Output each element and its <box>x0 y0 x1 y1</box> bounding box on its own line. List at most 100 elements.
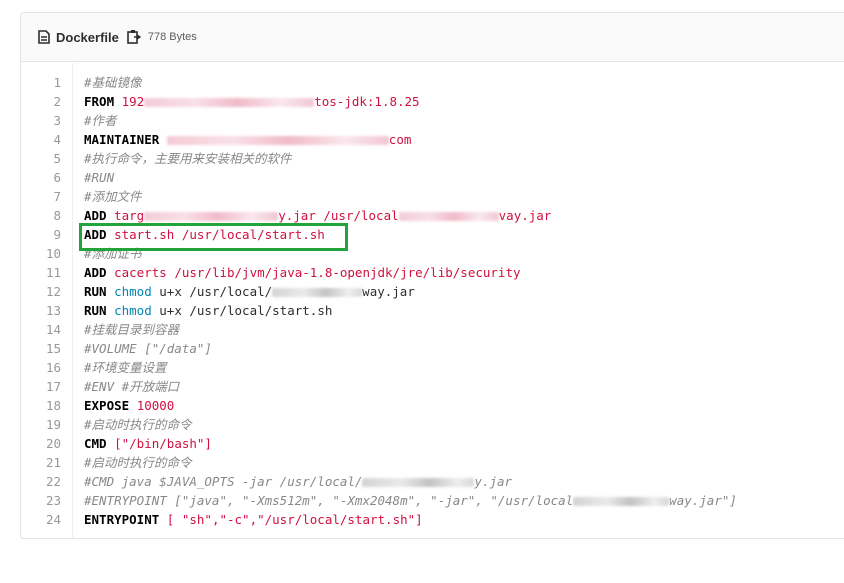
file-panel: Dockerfile 778 Bytes 1 2 3 4 5 6 7 8 9 10 11 12 13 14… <box>20 12 844 539</box>
line-number[interactable]: 4 <box>21 130 72 149</box>
code-token: #挂载目录到容器 <box>84 322 180 337</box>
code-line: #启动时执行的命令 <box>84 415 737 434</box>
code-line: RUN chmod u+x /usr/local/start.sh <box>84 301 737 320</box>
code-token: [ "sh","-c","/usr/local/start.sh"] <box>166 512 423 527</box>
code-token: #添加文件 <box>84 189 142 204</box>
line-number[interactable]: 14 <box>21 320 72 339</box>
redacted-text <box>362 478 475 487</box>
code-line: ADD start.sh /usr/local/start.sh <box>84 225 737 244</box>
code-line: #作者 <box>84 111 737 130</box>
code-token: #环境变量设置 <box>84 360 167 375</box>
code-line: #VOLUME ["/data"] <box>84 339 737 358</box>
line-number[interactable]: 9 <box>21 225 72 244</box>
code-token: #基础镜像 <box>84 75 142 90</box>
redacted-text <box>573 497 670 506</box>
code-token: start.sh /usr/local/start.sh <box>114 227 325 242</box>
code-token: #启动时执行的命令 <box>84 455 192 470</box>
code-token: y.jar /usr/local <box>278 208 399 223</box>
file-name[interactable]: Dockerfile <box>56 30 119 45</box>
code-lines: #基础镜像 FROM 192 tos-jdk:1.8.25 #作者 MAINTAINER… <box>73 63 737 538</box>
code-token: #CMD java $JAVA_OPTS -jar /usr/local/ <box>84 474 363 489</box>
code-token: RUN <box>84 284 115 299</box>
code-token: 192 <box>121 94 145 109</box>
code-line: #基础镜像 <box>84 73 737 92</box>
code-token: #ENTRYPOINT ["java", "-Xms512m", "-Xmx20… <box>84 493 574 508</box>
code-token: com <box>388 132 412 147</box>
code-token: RUN <box>84 303 115 318</box>
code-token: u+x /usr/local/ <box>151 284 273 299</box>
line-number[interactable]: 1 <box>21 73 72 92</box>
file-size: 778 Bytes <box>147 31 197 43</box>
code-token: vay.jar <box>498 208 552 223</box>
line-number[interactable]: 13 <box>21 301 72 320</box>
code-token: #ENV #开放端口 <box>84 379 180 394</box>
code-line: CMD ["/bin/bash"] <box>84 434 737 453</box>
code-line: RUN chmod u+x /usr/local/way.jar <box>84 282 737 301</box>
line-number[interactable]: 24 <box>21 510 72 529</box>
code-line: EXPOSE 10000 <box>84 396 737 415</box>
code-token: 10000 <box>136 398 175 413</box>
line-number[interactable]: 3 <box>21 111 72 130</box>
code-token: tos-jdk:1.8.25 <box>314 94 420 109</box>
line-number[interactable]: 6 <box>21 168 72 187</box>
line-numbers-gutter: 1 2 3 4 5 6 7 8 9 10 11 12 13 14 15 16 17 18 19 20 21 22 23 24 <box>21 63 73 538</box>
code-line: #CMD java $JAVA_OPTS -jar /usr/local/y.j… <box>84 472 737 491</box>
code-token: MAINTAINER <box>84 132 167 147</box>
line-number[interactable]: 2 <box>21 92 72 111</box>
code-token: y.jar <box>474 474 513 489</box>
line-number[interactable]: 17 <box>21 377 72 396</box>
file-text-icon <box>38 30 50 44</box>
code-token: ADD <box>84 265 115 280</box>
code-token: #执行命令，主要用来安装相关的软件 <box>84 151 292 166</box>
code-token: targ <box>114 208 145 223</box>
line-number[interactable]: 22 <box>21 472 72 491</box>
line-number[interactable]: 23 <box>21 491 72 510</box>
line-number[interactable]: 18 <box>21 396 72 415</box>
clipboard-icon[interactable] <box>127 29 142 45</box>
code-line: #执行命令，主要用来安装相关的软件 <box>84 149 737 168</box>
redacted-text <box>272 288 363 297</box>
redacted-text <box>144 98 315 107</box>
file-header: Dockerfile 778 Bytes <box>21 13 844 62</box>
code-token: #VOLUME ["/data"] <box>84 341 212 356</box>
code-token: ["/bin/bash"] <box>114 436 212 451</box>
line-number[interactable]: 21 <box>21 453 72 472</box>
line-number[interactable]: 16 <box>21 358 72 377</box>
line-number[interactable]: 8 <box>21 206 72 225</box>
line-number[interactable]: 20 <box>21 434 72 453</box>
code-token: #作者 <box>84 113 117 128</box>
line-number[interactable]: 19 <box>21 415 72 434</box>
redacted-text <box>166 136 389 145</box>
code-line: #添加文件 <box>84 187 737 206</box>
code-token: EXPOSE <box>84 398 137 413</box>
redacted-text <box>144 212 279 221</box>
code-token: chmod <box>114 284 152 299</box>
line-number[interactable]: 5 <box>21 149 72 168</box>
code-token: #RUN <box>84 170 115 185</box>
code-token: CMD <box>84 436 115 451</box>
code-token: FROM <box>84 94 122 109</box>
line-number[interactable]: 15 <box>21 339 72 358</box>
code-token: way.jar"] <box>669 493 737 508</box>
code-line: #添加证书 <box>84 244 737 263</box>
line-number[interactable]: 7 <box>21 187 72 206</box>
code-token: ADD <box>84 227 115 242</box>
code-line: #ENV #开放端口 <box>84 377 737 396</box>
code-line: #环境变量设置 <box>84 358 737 377</box>
code-token: cacerts /usr/lib/jvm/java-1.8-openjdk/jr… <box>114 265 521 280</box>
code-token: way.jar <box>362 284 415 299</box>
code-token: u+x /usr/local/start.sh <box>151 303 333 318</box>
code-token: #启动时执行的命令 <box>84 417 192 432</box>
code-token: #添加证书 <box>84 246 142 261</box>
line-number[interactable]: 12 <box>21 282 72 301</box>
line-number[interactable]: 11 <box>21 263 72 282</box>
code-line: ADD cacerts /usr/lib/jvm/java-1.8-openjd… <box>84 263 737 282</box>
code-line: #挂载目录到容器 <box>84 320 737 339</box>
code-token: ENTRYPOINT <box>84 512 167 527</box>
code-line: #ENTRYPOINT ["java", "-Xms512m", "-Xmx20… <box>84 491 737 510</box>
code-line: ENTRYPOINT [ "sh","-c","/usr/local/start… <box>84 510 737 529</box>
code-line: #RUN <box>84 168 737 187</box>
line-number[interactable]: 10 <box>21 244 72 263</box>
redacted-text <box>398 212 499 221</box>
code-line: FROM 192 tos-jdk:1.8.25 <box>84 92 737 111</box>
